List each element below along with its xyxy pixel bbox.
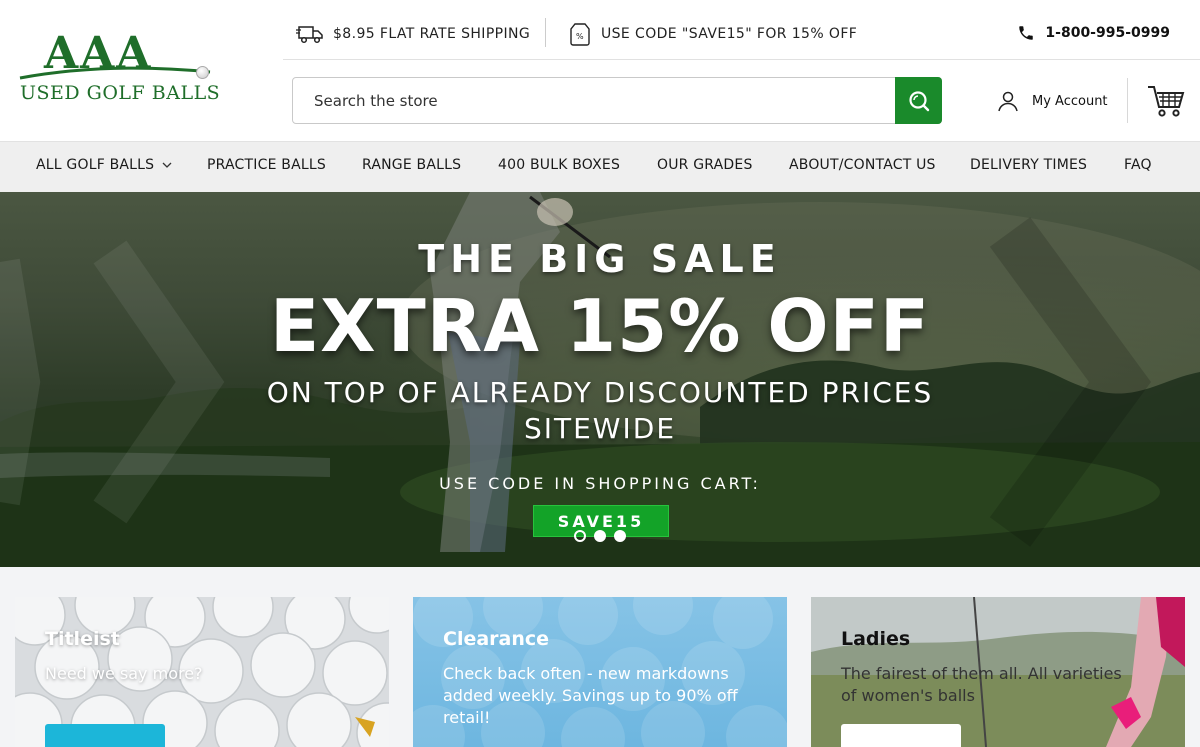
category-card-ladies[interactable]: Ladies The fairest of them all. All vari…: [811, 597, 1185, 747]
shipping-promo-text: $8.95 FLAT RATE SHIPPING: [333, 26, 531, 42]
site-header: AAA USED GOLF BALLS $8.95 FLAT RATE SHIP…: [0, 0, 1200, 141]
hero-headline: EXTRA 15% OFF: [269, 284, 930, 368]
logo-wordmark: USED GOLF BALLS: [20, 82, 221, 104]
nav-item-our-grades[interactable]: OUR GRADES: [657, 157, 753, 173]
hero-subheadline-line1: ON TOP OF ALREADY DISCOUNTED PRICES: [266, 376, 934, 409]
user-icon: [998, 91, 1018, 112]
header-divider: [283, 59, 1200, 60]
promo-divider: [545, 18, 546, 47]
card-title: Clearance: [443, 628, 550, 650]
nav-item-practice-balls[interactable]: PRACTICE BALLS: [207, 157, 326, 173]
carousel-dot-1[interactable]: [574, 530, 586, 542]
nav-item-all-golf-balls[interactable]: ALL GOLF BALLS: [36, 157, 172, 173]
discount-promo-text: USE CODE "SAVE15" FOR 15% OFF: [601, 26, 858, 42]
cart-button[interactable]: [1147, 82, 1185, 120]
nav-item-label: FAQ: [1124, 157, 1152, 173]
phone-number: 1-800-995-0999: [1045, 25, 1170, 41]
my-account-label: My Account: [1032, 93, 1108, 109]
category-card-titleist[interactable]: Titleist Need we say more?: [15, 597, 389, 747]
hero-eyebrow: THE BIG SALE: [418, 237, 782, 281]
shop-ladies-button[interactable]: [841, 724, 961, 747]
phone-icon: [1019, 26, 1034, 40]
carousel-dots: [574, 530, 634, 542]
site-logo[interactable]: AAA USED GOLF BALLS: [18, 28, 221, 114]
golf-ball-icon: [196, 66, 209, 79]
shipping-promo: $8.95 FLAT RATE SHIPPING: [296, 20, 530, 48]
discount-promo: % USE CODE "SAVE15" FOR 15% OFF: [568, 20, 857, 48]
card-title: Ladies: [841, 628, 911, 650]
nav-item-about-contact[interactable]: ABOUT/CONTACT US: [789, 157, 936, 173]
search-button[interactable]: [895, 77, 942, 124]
nav-item-range-balls[interactable]: RANGE BALLS: [362, 157, 461, 173]
logo-swoosh-icon: [19, 66, 211, 80]
hero-banner[interactable]: THE BIG SALE EXTRA 15% OFF ON TOP OF ALR…: [0, 192, 1200, 567]
card-description: Check back often - new markdowns added w…: [443, 664, 738, 727]
category-card-clearance[interactable]: Clearance Check back often - new markdow…: [413, 597, 787, 747]
nav-item-label: RANGE BALLS: [362, 157, 462, 173]
card-title: Titleist: [45, 628, 120, 650]
nav-item-label: ABOUT/CONTACT US: [789, 157, 936, 173]
nav-item-label: DELIVERY TIMES: [970, 157, 1088, 173]
hero-subheadline: ON TOP OF ALREADY DISCOUNTED PRICES SITE…: [0, 375, 1200, 447]
nav-item-label: 400 BULK BOXES: [498, 157, 621, 173]
hero-subheadline-line2: SITEWIDE: [523, 412, 677, 445]
carousel-dot-3[interactable]: [614, 530, 626, 542]
main-nav: ALL GOLF BALLS PRACTICE BALLS RANGE BALL…: [0, 141, 1200, 192]
shop-titleist-button[interactable]: [45, 724, 165, 747]
nav-item-label: OUR GRADES: [657, 157, 753, 173]
nav-item-label: ALL GOLF BALLS: [36, 157, 155, 173]
card-description: Need we say more?: [45, 664, 203, 683]
carousel-dot-2[interactable]: [594, 530, 606, 542]
nav-item-bulk-boxes[interactable]: 400 BULK BOXES: [498, 157, 620, 173]
search-icon: [908, 90, 929, 111]
nav-item-label: PRACTICE BALLS: [207, 157, 326, 173]
phone-link[interactable]: 1-800-995-0999: [1017, 20, 1170, 46]
svg-text:%: %: [576, 32, 584, 41]
account-divider: [1127, 78, 1128, 123]
truck-icon: [296, 26, 323, 44]
shopping-cart-icon: [1148, 86, 1185, 117]
hero-instruction: USE CODE IN SHOPPING CART:: [439, 474, 761, 493]
card-description: The fairest of them all. All varieties o…: [841, 664, 1122, 705]
nav-item-delivery-times[interactable]: DELIVERY TIMES: [970, 157, 1087, 173]
my-account-link[interactable]: My Account: [996, 88, 1108, 114]
nav-item-faq[interactable]: FAQ: [1124, 157, 1152, 173]
discount-tag-icon: %: [570, 23, 590, 46]
chevron-down-icon: [162, 162, 172, 168]
search-input[interactable]: [293, 78, 895, 123]
search-bar: [292, 77, 942, 124]
